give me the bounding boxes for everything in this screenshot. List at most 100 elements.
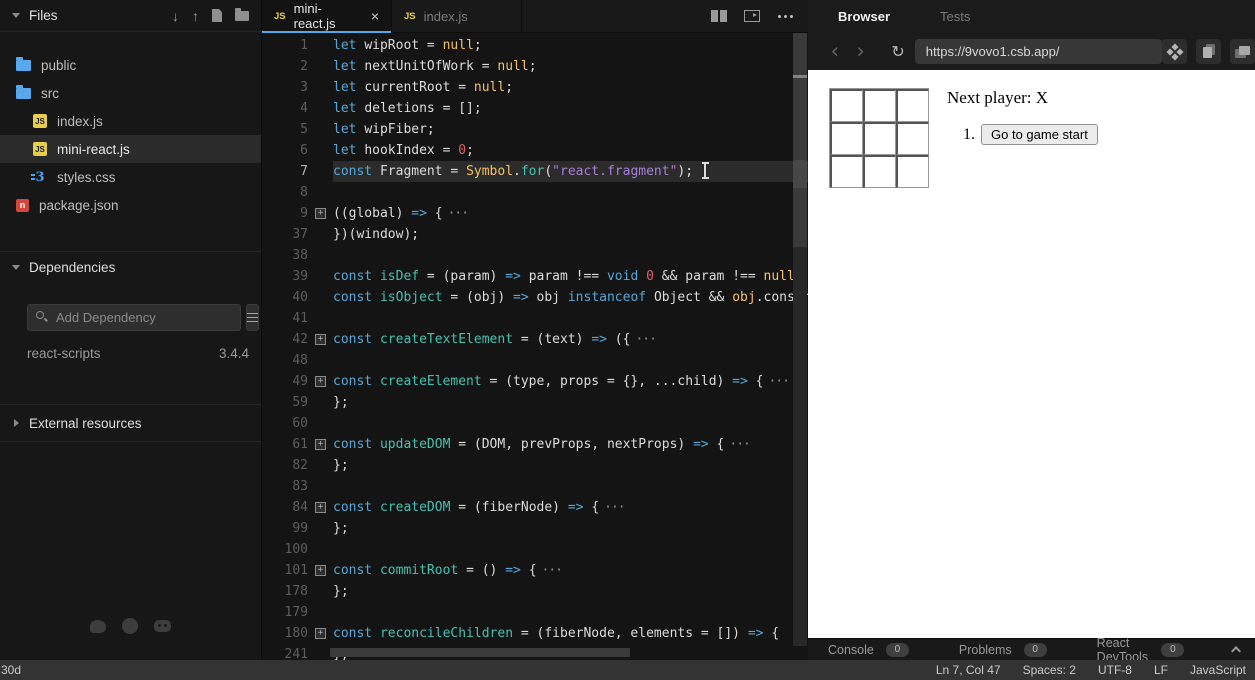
url-bar[interactable]: https://9vovo1.csb.app/ [915, 39, 1162, 64]
code-line-42[interactable]: 42+const createTextElement = (text) => (… [262, 329, 808, 350]
code-editor[interactable]: 1let wipRoot = null;2let nextUnitOfWork … [262, 33, 808, 660]
browser-tab-browser[interactable]: Browser [838, 9, 890, 24]
collapse-console-icon[interactable] [1232, 646, 1242, 656]
code-text [333, 602, 808, 623]
add-dependency-input[interactable] [27, 304, 241, 331]
board-cell-4[interactable] [863, 122, 896, 155]
fold-icon[interactable]: + [315, 334, 326, 345]
browser-tab-tests[interactable]: Tests [940, 9, 970, 24]
line-number: 84 [262, 500, 308, 515]
board-cell-1[interactable] [863, 89, 896, 122]
console-item-problems[interactable]: Problems0 [959, 643, 1047, 657]
status-javascript[interactable]: JavaScript [1190, 663, 1246, 677]
status-utf-8[interactable]: UTF-8 [1098, 663, 1132, 677]
fold-icon[interactable]: + [315, 628, 326, 639]
code-line-41[interactable]: 41 [262, 308, 808, 329]
fold-icon[interactable]: + [315, 439, 326, 450]
open-preview-icon[interactable] [744, 10, 760, 22]
code-line-7[interactable]: 7const Fragment = Symbol.for("react.frag… [262, 161, 808, 182]
file-tree-item-public[interactable]: public [0, 51, 261, 79]
line-number: 6 [262, 143, 308, 158]
code-line-179[interactable]: 179 [262, 602, 808, 623]
more-options-icon[interactable] [784, 15, 787, 18]
board-cell-7[interactable] [863, 155, 896, 188]
code-line-3[interactable]: 3let currentRoot = null; [262, 77, 808, 98]
code-line-39[interactable]: 39const isDef = (param) => param !== voi… [262, 266, 808, 287]
responsive-mode-button[interactable] [1162, 39, 1187, 64]
code-line-4[interactable]: 4let deletions = []; [262, 98, 808, 119]
code-line-99[interactable]: 99}; [262, 518, 808, 539]
external-resources-header[interactable]: External resources [0, 405, 261, 441]
board-cell-3[interactable] [830, 122, 863, 155]
js-file-icon: JS [33, 142, 47, 156]
twitter-icon[interactable] [90, 620, 106, 633]
code-line-49[interactable]: 49+const createElement = (type, props = … [262, 371, 808, 392]
dependencies-header[interactable]: Dependencies [0, 252, 261, 283]
board-cell-2[interactable] [896, 89, 929, 122]
tab-mini-react.js[interactable]: JSmini-react.js× [262, 0, 392, 32]
tab-index.js[interactable]: JSindex.js [392, 0, 522, 32]
file-tree-item-src[interactable]: src [0, 79, 261, 107]
refresh-icon[interactable]: ↻ [891, 44, 904, 60]
close-icon[interactable]: × [371, 9, 379, 23]
new-folder-icon[interactable] [235, 11, 249, 21]
code-line-40[interactable]: 40const isObject = (obj) => obj instance… [262, 287, 808, 308]
fold-icon[interactable]: + [315, 208, 326, 219]
github-icon[interactable] [122, 618, 138, 634]
status-ln-7-col-47[interactable]: Ln 7, Col 47 [936, 663, 1001, 677]
download-icon[interactable]: ↓ [172, 9, 179, 23]
vertical-scrollbar[interactable] [793, 33, 807, 646]
code-line-61[interactable]: 61+const updateDOM = (DOM, prevProps, ne… [262, 434, 808, 455]
file-tree-item-index.js[interactable]: JSindex.js [0, 107, 261, 135]
code-text: }; [333, 518, 808, 539]
divider [0, 441, 261, 442]
statusbar-items: Ln 7, Col 47 Spaces: 2 UTF-8 LF JavaScript [936, 663, 1255, 677]
file-tree-item-mini-react.js[interactable]: JSmini-react.js [0, 135, 261, 163]
code-text: const commitRoot = () => {··· [333, 560, 808, 581]
fold-icon[interactable]: + [315, 502, 326, 513]
files-header[interactable]: Files ↓ ↑ [0, 0, 261, 32]
code-line-6[interactable]: 6let hookIndex = 0; [262, 140, 808, 161]
status-lf[interactable]: LF [1154, 663, 1168, 677]
copy-url-button[interactable] [1196, 39, 1221, 64]
code-line-38[interactable]: 38 [262, 245, 808, 266]
scrollbar-handle[interactable] [793, 33, 807, 247]
code-line-59[interactable]: 59}; [262, 392, 808, 413]
console-item-console[interactable]: Console0 [828, 643, 909, 657]
fold-icon[interactable]: + [315, 376, 326, 387]
code-line-60[interactable]: 60 [262, 413, 808, 434]
discord-icon[interactable] [154, 620, 171, 632]
board-cell-8[interactable] [896, 155, 929, 188]
status-spaces-2[interactable]: Spaces: 2 [1023, 663, 1076, 677]
board-cell-0[interactable] [830, 89, 863, 122]
code-line-178[interactable]: 178}; [262, 581, 808, 602]
board-cell-6[interactable] [830, 155, 863, 188]
code-line-82[interactable]: 82}; [262, 455, 808, 476]
forward-icon[interactable]: › [848, 41, 874, 62]
dependency-row[interactable]: react-scripts 3.4.4 [27, 346, 249, 361]
code-line-180[interactable]: 180+const reconcileChildren = (fiberNode… [262, 623, 808, 644]
horizontal-scrollbar[interactable] [330, 648, 630, 657]
code-line-2[interactable]: 2let nextUnitOfWork = null; [262, 56, 808, 77]
open-in-new-window-button[interactable] [1230, 39, 1255, 64]
code-line-84[interactable]: 84+const createDOM = (fiberNode) => {··· [262, 497, 808, 518]
code-line-101[interactable]: 101+const commitRoot = () => {··· [262, 560, 808, 581]
back-icon[interactable]: ‹ [822, 41, 848, 62]
new-file-icon[interactable] [212, 9, 222, 22]
go-to-game-start-button[interactable]: Go to game start [981, 124, 1098, 145]
upload-icon[interactable]: ↑ [192, 9, 199, 23]
dependency-menu-button[interactable] [246, 304, 259, 331]
split-editor-icon[interactable] [711, 10, 727, 22]
code-line-8[interactable]: 8 [262, 182, 808, 203]
file-tree-item-styles.css[interactable]: 3styles.css [0, 163, 261, 191]
code-line-100[interactable]: 100 [262, 539, 808, 560]
code-line-5[interactable]: 5let wipFiber; [262, 119, 808, 140]
code-line-1[interactable]: 1let wipRoot = null; [262, 35, 808, 56]
code-line-48[interactable]: 48 [262, 350, 808, 371]
board-cell-5[interactable] [896, 122, 929, 155]
fold-icon[interactable]: + [315, 565, 326, 576]
code-line-9[interactable]: 9+((global) => {··· [262, 203, 808, 224]
code-line-37[interactable]: 37})(window); [262, 224, 808, 245]
file-tree-item-package.json[interactable]: npackage.json [0, 191, 261, 219]
code-line-83[interactable]: 83 [262, 476, 808, 497]
